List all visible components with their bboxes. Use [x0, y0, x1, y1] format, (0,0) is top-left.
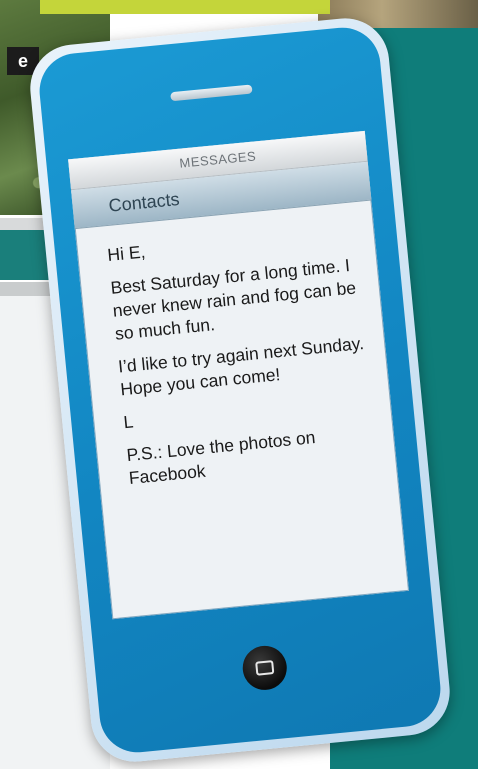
speaker-grille [170, 84, 253, 102]
message-postscript: P.S.: Love the photos on Facebook [125, 427, 317, 489]
phone-screen: MESSAGES Contacts Hi E, Best Saturday fo… [68, 130, 410, 620]
phone-frame: MESSAGES Contacts Hi E, Best Saturday fo… [26, 14, 454, 766]
message-body: Hi E, Best Saturday for a long time. I n… [75, 201, 397, 493]
message-paragraph: Best Saturday for a long time. I never k… [109, 254, 357, 344]
home-button[interactable] [240, 643, 289, 692]
phone-body: MESSAGES Contacts Hi E, Best Saturday fo… [36, 24, 444, 756]
yellow-strip [40, 0, 330, 14]
home-square-icon [255, 660, 275, 676]
